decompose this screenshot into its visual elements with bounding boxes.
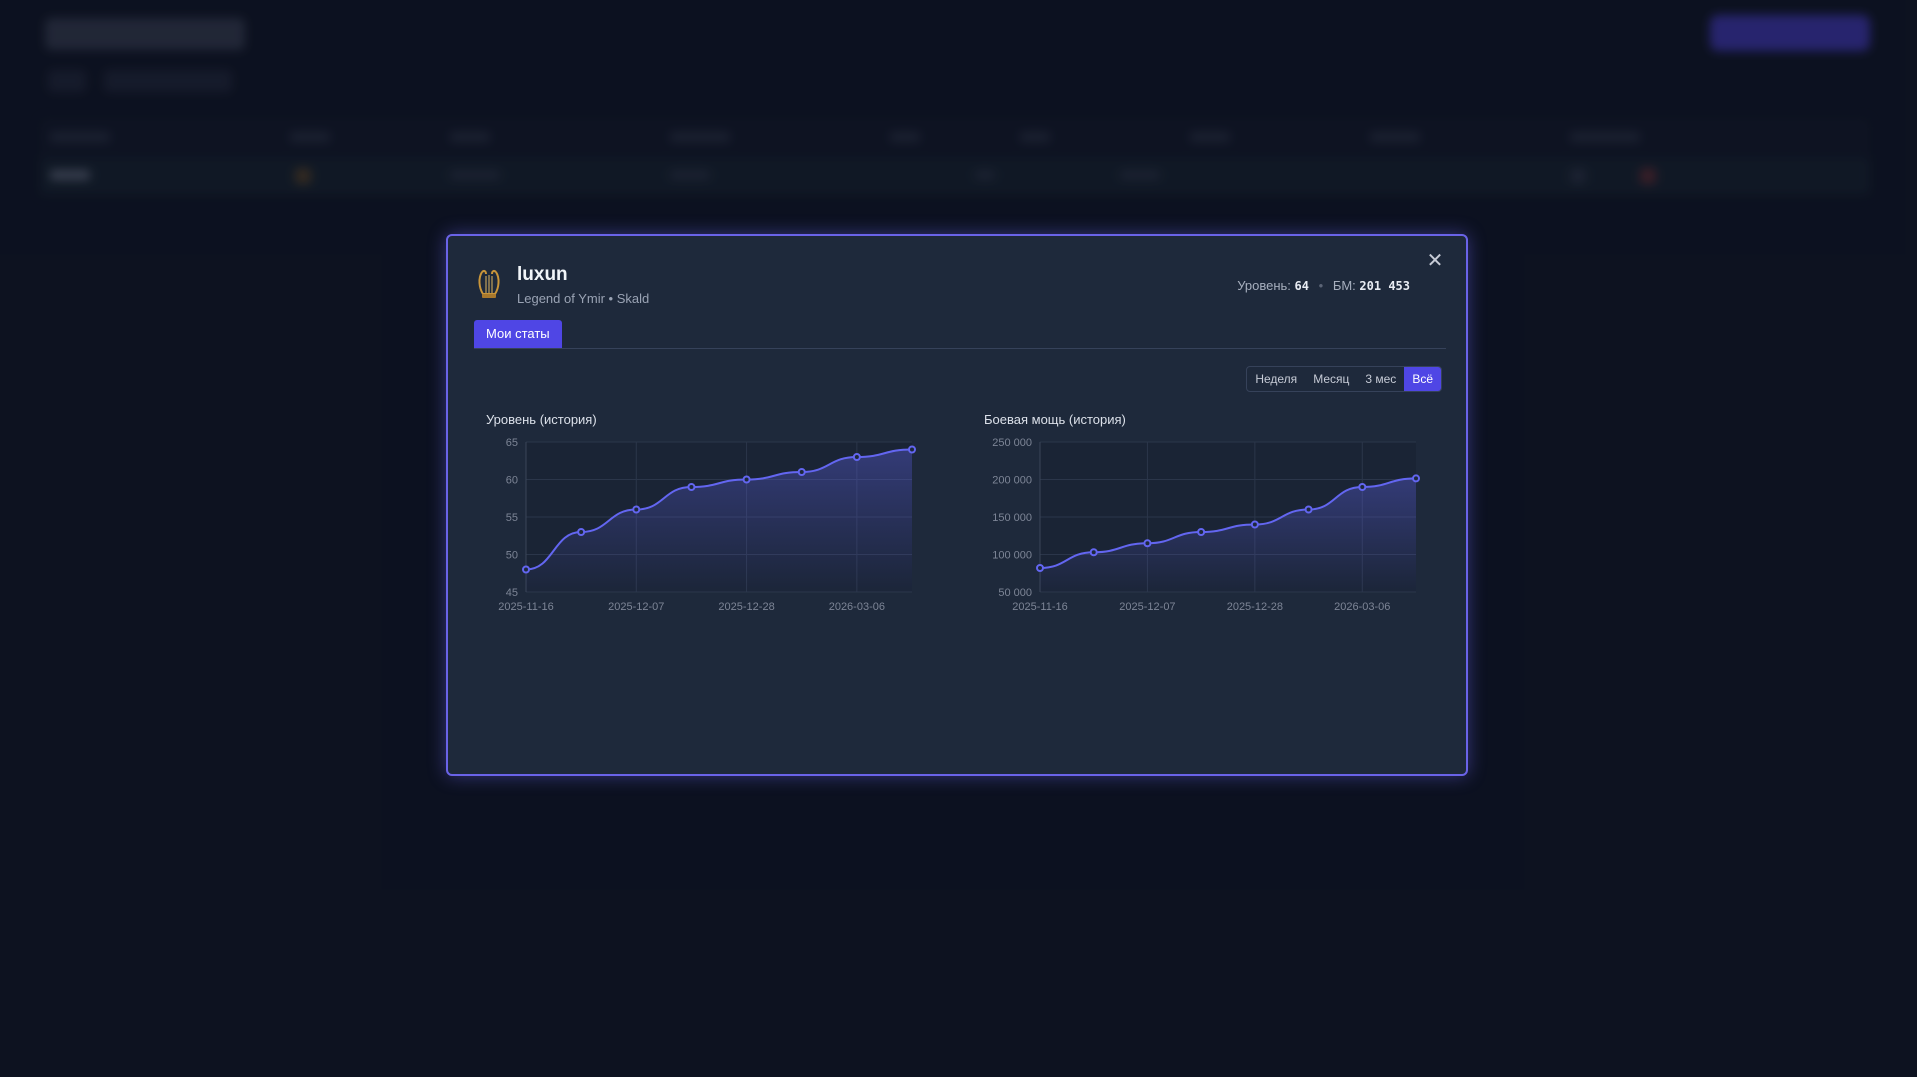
close-icon[interactable]: ✕ [1424,250,1446,272]
data-point[interactable] [797,468,806,476]
x-tick-label: 2026-03-06 [1334,601,1390,612]
level-value: 64 [1294,279,1309,293]
data-point[interactable] [577,528,586,536]
level-history-chart: 65 60 55 50 45 2025-11-16 2025-12-07 2025-12-28… [498,437,916,612]
power-label: БМ: [1332,278,1356,293]
data-point[interactable] [1412,474,1420,483]
character-summary: Уровень: 64 • БМ: 201 453 [1237,278,1410,293]
data-point[interactable] [632,505,641,514]
data-point[interactable] [1250,520,1259,529]
x-tick-label: 2025-12-28 [1227,601,1283,612]
x-tick-label: 2026-03-06 [829,601,885,612]
data-point[interactable] [522,565,530,574]
data-point[interactable] [908,445,916,454]
power-chart-title: Боевая мощь (история) [984,412,1126,427]
y-tick-label: 50 000 [998,587,1032,599]
data-point[interactable] [1089,548,1098,557]
x-tick-label: 2025-11-16 [1012,601,1067,612]
range-3-months-button[interactable]: 3 мес [1357,367,1404,391]
y-tick-label: 60 [506,475,518,487]
x-tick-label: 2025-12-28 [718,601,774,612]
y-tick-label: 150 000 [992,512,1032,524]
data-point[interactable] [742,475,751,484]
level-label: Уровень: [1237,278,1291,293]
data-point[interactable] [1358,483,1367,491]
data-point[interactable] [1036,564,1044,572]
range-month-button[interactable]: Месяц [1305,367,1357,391]
tab-my-stats[interactable]: Мои статы [474,320,562,348]
y-tick-label: 55 [506,512,518,524]
character-stats-modal: ✕ luxun Legend of Ymir • Skald Уровень: … [446,234,1468,776]
x-tick-label: 2025-12-07 [608,601,664,612]
modal-tabs: Мои статы [474,320,1446,349]
power-value: 201 453 [1359,279,1410,293]
separator-dot: • [1318,278,1324,293]
y-tick-label: 250 000 [992,437,1032,449]
y-tick-label: 100 000 [992,550,1032,562]
level-chart-title: Уровень (история) [486,412,597,427]
data-point[interactable] [1304,505,1313,514]
character-name: luxun [517,264,568,285]
data-point[interactable] [1143,539,1152,548]
x-tick-label: 2025-12-07 [1119,601,1175,612]
y-tick-label: 200 000 [992,475,1032,487]
range-week-button[interactable]: Неделя [1247,367,1305,391]
data-point[interactable] [852,453,861,461]
power-history-chart: 250 000 200 000 150 000 100 000 50 000 2025-1… [992,437,1420,612]
data-point[interactable] [687,483,696,491]
character-subtitle: Legend of Ymir • Skald [517,291,650,306]
y-tick-label: 45 [506,587,518,599]
y-tick-label: 65 [506,437,518,449]
x-tick-label: 2025-11-16 [498,601,553,612]
y-tick-label: 50 [506,550,518,562]
data-point[interactable] [1197,528,1206,536]
lyre-icon [478,269,500,298]
time-range-selector: Неделя Месяц 3 мес Всё [1246,366,1442,392]
range-all-button[interactable]: Всё [1404,367,1441,391]
